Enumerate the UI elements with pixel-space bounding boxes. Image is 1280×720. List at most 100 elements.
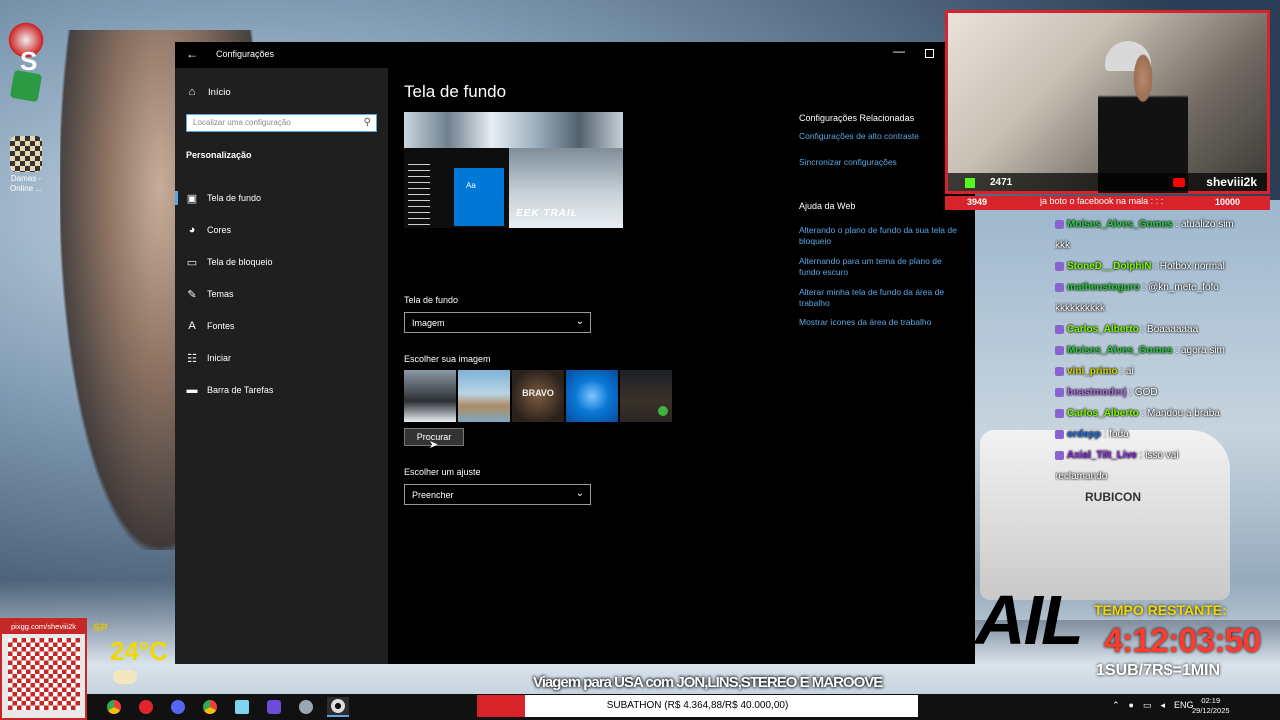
microphone-icon[interactable]: ● <box>1129 700 1134 711</box>
chat-message: ordepp : foda <box>1055 424 1275 445</box>
goal-message: ja boto o facebook na mala : : : <box>1040 196 1164 206</box>
chat-text: : agora sim <box>1172 345 1225 356</box>
chat-badge-icon <box>1055 219 1064 229</box>
goal-bar: 3949 ja boto o facebook na mala : : : 10… <box>945 196 1270 210</box>
pix-label: pixgg.com/sheviii2k <box>2 620 85 634</box>
help-link-lockscreen[interactable]: Alterando o plano de fundo da sua tela d… <box>799 225 964 247</box>
chat-message: Moises_Alves_Gomes : atualizo sim <box>1055 214 1275 235</box>
taskbar-clock[interactable]: 02:19 29/12/2025 <box>1192 696 1230 716</box>
subathon-bar: SUBATHON (R$ 4.364,88/R$ 40.000,00) <box>477 695 918 717</box>
related-heading: Configurações Relacionadas <box>799 113 915 123</box>
checkers-desktop-label: Damas - Online ... <box>9 174 42 193</box>
recent-image-3-text: BRAVO <box>522 388 554 398</box>
lockscreen-icon: ▭ <box>186 256 198 269</box>
chat-overlay: Moises_Alves_Gomes : atualizo sim kkk Ston… <box>1055 214 1275 487</box>
recent-image-4[interactable] <box>566 370 618 422</box>
sidebar-item-label: Barra de Tarefas <box>207 385 274 395</box>
chat-username: matheustoguro <box>1067 282 1140 293</box>
chat-badge-icon <box>1055 429 1064 439</box>
help-link-desktop-bg[interactable]: Alterar minha tela de fundo da área de t… <box>799 287 964 309</box>
recent-image-2[interactable] <box>458 370 510 422</box>
search-icon[interactable]: ⚲ <box>364 117 371 128</box>
chat-text: : ai <box>1117 366 1134 377</box>
sidebar-item-start[interactable]: ☷ Iniciar <box>175 342 388 374</box>
youtube-icon <box>1173 178 1185 187</box>
timer-heading: TEMPO RESTANTE: <box>1094 602 1227 618</box>
tray-chevron-up-icon[interactable]: ⌃ <box>1112 700 1120 711</box>
back-arrow-icon[interactable]: ← <box>186 47 198 61</box>
chat-username: StoneD__DolphiN <box>1067 261 1152 272</box>
chat-text: : @kn_mete_fofo <box>1139 282 1219 293</box>
sidebar-item-label: Tela de fundo <box>207 193 262 203</box>
recent-image-3[interactable]: BRAVO <box>512 370 564 422</box>
network-icon[interactable]: ▭ <box>1143 700 1152 711</box>
chrome-profile-icon[interactable] <box>199 697 221 717</box>
sidebar-item-colors[interactable]: ◕ Cores <box>175 214 388 246</box>
chrome-icon[interactable] <box>103 697 125 717</box>
chat-username: vini_primo <box>1067 366 1118 377</box>
fit-label: Escolher um ajuste <box>404 467 481 477</box>
chat-badge-icon <box>1055 387 1064 397</box>
chat-message: kkk <box>1055 235 1275 256</box>
chat-text: : Mandou a braba <box>1138 408 1220 419</box>
sidebar-item-themes[interactable]: ✎ Temas <box>175 278 388 310</box>
recent-image-5[interactable] <box>620 370 672 422</box>
search-input[interactable]: Localizar uma configuração ⚲ <box>186 114 377 132</box>
checkers-desktop-icon[interactable] <box>10 136 42 172</box>
sidebar-item-background[interactable]: ▣ Tela de fundo <box>175 182 388 214</box>
grid-app-icon[interactable] <box>263 697 285 717</box>
cam-person <box>1098 53 1188 193</box>
chat-username: Moises_Alves_Gomes <box>1067 219 1173 230</box>
brush-icon: ✎ <box>187 288 197 301</box>
sidebar-item-label: Iniciar <box>207 353 232 363</box>
start-icon: ☷ <box>187 352 197 365</box>
preview-tile-text: Aa <box>466 181 476 190</box>
background-type-select[interactable]: Imagem ⌄ <box>404 312 591 333</box>
palette-icon: ◕ <box>188 224 196 236</box>
recent-image-1[interactable] <box>404 370 456 422</box>
chevron-down-icon: ⌄ <box>575 316 584 327</box>
background-type-label: Tela de fundo <box>404 295 459 305</box>
opera-icon[interactable] <box>135 697 157 717</box>
volume-icon[interactable]: ◂ <box>1161 700 1166 711</box>
settings-gear-icon[interactable] <box>327 697 349 717</box>
help-link-desktop-icons[interactable]: Mostrar ícones da área de trabalho <box>799 317 964 328</box>
recent-images: BRAVO <box>404 370 672 422</box>
chevron-down-icon: ⌄ <box>575 488 584 499</box>
s2k-desktop-icon[interactable]: S <box>6 20 46 76</box>
font-icon: A <box>188 320 196 332</box>
steam-icon[interactable] <box>295 697 317 717</box>
subathon-text: SUBATHON (R$ 4.364,88/R$ 40.000,00) <box>606 700 789 711</box>
discord-icon[interactable] <box>167 697 189 717</box>
timer-value: 4:12:03:50 <box>1104 622 1261 660</box>
language-indicator[interactable]: ENG <box>1174 700 1194 711</box>
notification-icon[interactable] <box>1257 698 1267 714</box>
notepad-icon[interactable] <box>231 697 253 717</box>
game-desktop-icon[interactable] <box>9 69 43 103</box>
chat-text: reclamando <box>1055 471 1108 482</box>
weather-temp: 24°C <box>110 636 169 666</box>
sidebar-item-fonts[interactable]: A Fontes <box>175 310 388 342</box>
sidebar-item-taskbar[interactable]: ▬ Barra de Tarefas <box>175 374 388 406</box>
nav-home[interactable]: ⌂ Início <box>186 86 231 98</box>
chat-message: StoneD__DolphiN : Hotbox normal <box>1055 256 1275 277</box>
chat-text: : Boaaaaaaa <box>1138 324 1199 335</box>
page-title: Tela de fundo <box>404 82 507 101</box>
chat-message: Moises_Alves_Gomes : agora sim <box>1055 340 1275 361</box>
webcam-overlay: 2471 sheviii2k <box>945 10 1270 194</box>
window-title: Configurações <box>216 49 275 59</box>
link-high-contrast[interactable]: Configurações de alto contraste <box>799 131 964 142</box>
marquee-text: Viagem para USA com JON,LINS,STEREO E MA… <box>533 674 883 691</box>
link-sync-settings[interactable]: Sincronizar configurações <box>799 157 964 168</box>
taskbar-icon: ▬ <box>186 384 198 396</box>
maximize-icon[interactable] <box>925 49 934 58</box>
chat-badge-icon <box>1055 408 1064 418</box>
streamer-name: sheviii2k <box>1206 175 1257 189</box>
clock-date: 29/12/2025 <box>1192 706 1230 715</box>
qr-code <box>8 638 80 710</box>
help-link-dark-theme[interactable]: Alternando para um tema de plano de fund… <box>799 256 964 278</box>
chat-message: vini_primo : ai <box>1055 361 1275 382</box>
sidebar-item-lockscreen[interactable]: ▭ Tela de bloqueio <box>175 246 388 278</box>
minimize-icon[interactable]: — <box>893 44 905 58</box>
fit-select[interactable]: Preencher ⌄ <box>404 484 591 505</box>
